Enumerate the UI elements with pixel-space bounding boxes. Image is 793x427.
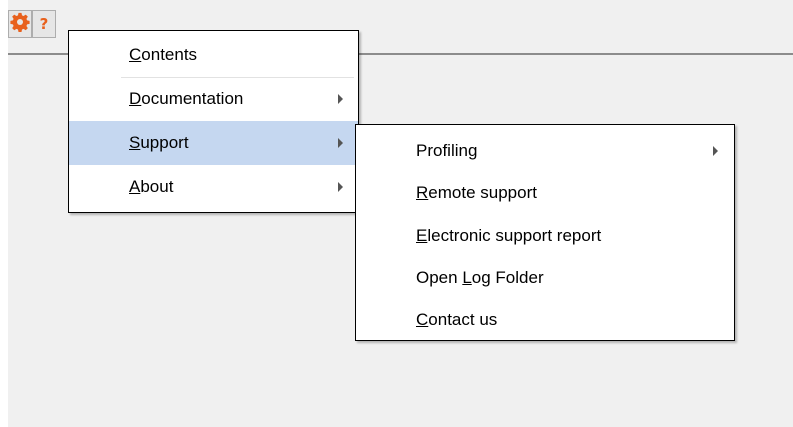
help-icon: ? [39, 14, 49, 33]
help-menu: Contents Documentation Support About [68, 30, 359, 213]
submenu-item-open-log-folder[interactable]: Open Log Folder [356, 256, 734, 300]
submenu-arrow-icon [338, 138, 343, 148]
submenu-item-label: Open Log Folder [416, 268, 544, 287]
help-button[interactable]: ? [32, 10, 56, 38]
submenu-item-label: Contact us [416, 310, 498, 329]
submenu-arrow-icon [338, 182, 343, 192]
menu-item-label: Documentation [129, 89, 244, 108]
settings-button[interactable] [8, 10, 32, 38]
menu-item-label: Contents [129, 45, 198, 64]
gear-icon [10, 12, 30, 37]
menu-item-label: About [129, 177, 174, 196]
submenu-item-remote-support[interactable]: Remote support [356, 171, 734, 215]
submenu-item-contact-us[interactable]: Contact us [356, 298, 734, 342]
submenu-item-profiling[interactable]: Profiling [356, 129, 734, 173]
submenu-arrow-icon [713, 146, 718, 156]
submenu-item-label: Profiling [416, 141, 478, 160]
support-submenu: Profiling Remote support Electronic supp… [355, 124, 735, 341]
menu-item-contents[interactable]: Contents [69, 33, 358, 77]
submenu-item-electronic-support-report[interactable]: Electronic support report [356, 214, 734, 258]
submenu-item-label: Electronic support report [416, 226, 602, 245]
menu-item-documentation[interactable]: Documentation [69, 77, 358, 121]
menu-item-support[interactable]: Support [69, 121, 358, 165]
menu-item-about[interactable]: About [69, 165, 358, 209]
submenu-item-label: Remote support [416, 183, 537, 202]
submenu-arrow-icon [338, 94, 343, 104]
menu-item-label: Support [129, 133, 189, 152]
